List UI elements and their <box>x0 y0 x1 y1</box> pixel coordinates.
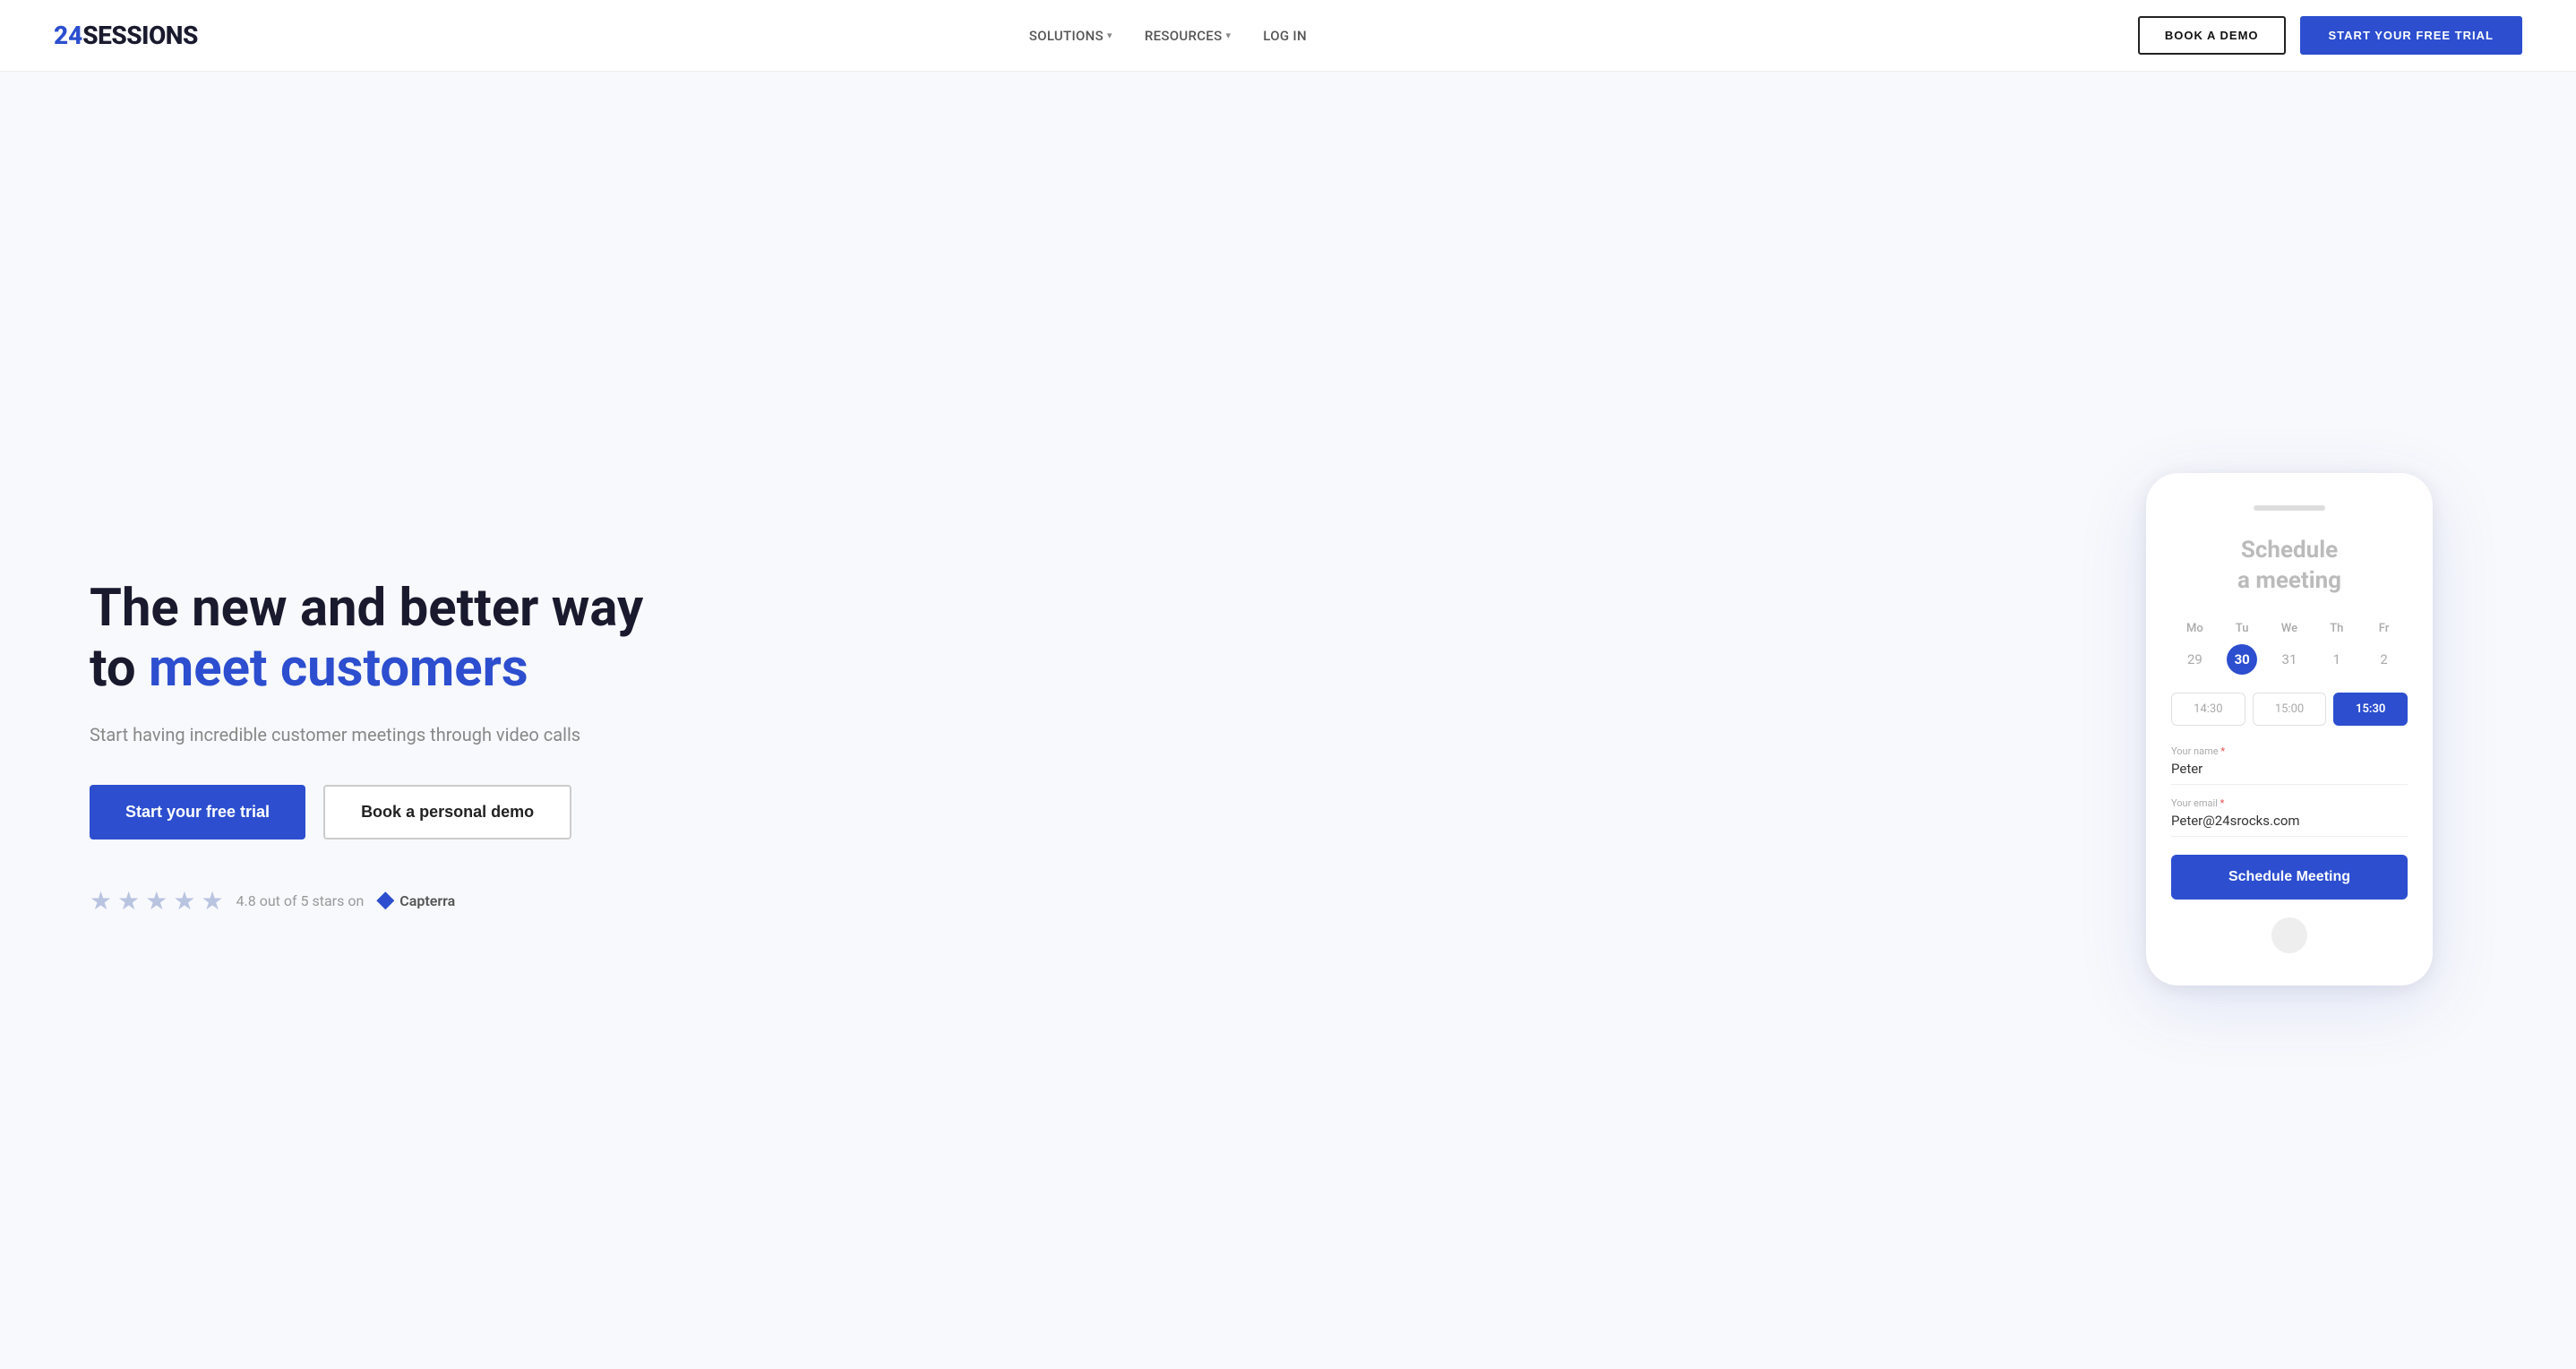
rating-text: 4.8 out of 5 stars on <box>236 892 365 909</box>
cal-date-29[interactable]: 29 <box>2179 644 2210 675</box>
chevron-down-icon: ▾ <box>1225 30 1231 41</box>
start-trial-nav-button[interactable]: START YOUR FREE TRIAL <box>2300 16 2522 55</box>
hero-title-line1: The new and better way <box>90 578 643 639</box>
logo-text: SESSIONS <box>82 21 198 50</box>
cal-date-2[interactable]: 2 <box>2369 644 2400 675</box>
time-slot-1530[interactable]: 15:30 <box>2333 693 2408 726</box>
star-rating: ★ ★ ★ ★ ★ <box>90 886 224 916</box>
hero-visual: Schedule a meeting Mo Tu We Th Fr 29 30 … <box>2057 473 2522 986</box>
star-1: ★ <box>90 886 112 916</box>
chevron-down-icon: ▾ <box>1107 30 1112 41</box>
email-required: * <box>2220 797 2225 809</box>
schedule-meeting-button[interactable]: Schedule Meeting <box>2171 855 2408 900</box>
time-slot-1430[interactable]: 14:30 <box>2171 693 2245 726</box>
hero-content: The new and better way to meet customers… <box>90 543 643 915</box>
star-5-half: ★ <box>201 886 223 916</box>
cal-day-th: Th <box>2313 622 2360 635</box>
star-4: ★ <box>173 886 195 916</box>
nav-actions: BOOK A DEMO START YOUR FREE TRIAL <box>2138 16 2522 55</box>
hero-cta-group: Start your free trial Book a personal de… <box>90 785 643 839</box>
capterra-label: Capterra <box>399 892 455 909</box>
name-required: * <box>2220 745 2225 757</box>
cal-date-31[interactable]: 31 <box>2274 644 2305 675</box>
nav-login[interactable]: LOG IN <box>1263 28 1307 44</box>
cal-day-mo: Mo <box>2171 622 2219 635</box>
cal-date-30[interactable]: 30 <box>2227 644 2257 675</box>
cal-day-tu: Tu <box>2219 622 2266 635</box>
name-value: Peter <box>2171 761 2408 785</box>
email-label: Your email * <box>2171 797 2408 809</box>
phone-home-button[interactable] <box>2271 917 2307 953</box>
time-slot-1500[interactable]: 15:00 <box>2253 693 2327 726</box>
capterra-badge[interactable]: Capterra <box>376 891 455 909</box>
logo-number: 24 <box>54 21 82 50</box>
hero-subtitle: Start having incredible customer meeting… <box>90 724 643 745</box>
hero-title-highlight: meet customers <box>149 638 528 699</box>
hero-section: The new and better way to meet customers… <box>0 72 2576 1369</box>
calendar-dates: 29 30 31 1 2 <box>2171 644 2408 675</box>
cal-day-fr: Fr <box>2360 622 2408 635</box>
star-2: ★ <box>117 886 140 916</box>
book-demo-button[interactable]: BOOK A DEMO <box>2138 16 2286 55</box>
hero-title-line2-plain: to <box>90 638 149 699</box>
nav-links: SOLUTIONS ▾ RESOURCES ▾ LOG IN <box>1029 28 1307 44</box>
phone-schedule-title: Schedule a meeting <box>2237 536 2341 597</box>
rating-section: ★ ★ ★ ★ ★ 4.8 out of 5 stars on Capterra <box>90 886 643 916</box>
nav-solutions[interactable]: SOLUTIONS ▾ <box>1029 28 1112 44</box>
phone-mockup: Schedule a meeting Mo Tu We Th Fr 29 30 … <box>2146 473 2433 986</box>
cal-date-1[interactable]: 1 <box>2322 644 2352 675</box>
nav-resources[interactable]: RESOURCES ▾ <box>1145 28 1231 44</box>
book-demo-hero-button[interactable]: Book a personal demo <box>323 785 571 839</box>
hero-title: The new and better way to meet customers <box>90 579 643 698</box>
name-label: Your name * <box>2171 745 2408 757</box>
cal-day-we: We <box>2266 622 2314 635</box>
star-3: ★ <box>145 886 167 916</box>
start-trial-hero-button[interactable]: Start your free trial <box>90 785 305 839</box>
logo[interactable]: 24 SESSIONS <box>54 21 198 50</box>
navbar: 24 SESSIONS SOLUTIONS ▾ RESOURCES ▾ LOG … <box>0 0 2576 72</box>
calendar-header: Mo Tu We Th Fr <box>2171 622 2408 635</box>
phone-notch <box>2254 505 2325 511</box>
capterra-icon <box>376 891 394 909</box>
time-slots: 14:30 15:00 15:30 <box>2171 693 2408 726</box>
email-value: Peter@24srocks.com <box>2171 813 2408 837</box>
booking-form: Your name * Peter Your email * Peter@24s… <box>2171 745 2408 900</box>
